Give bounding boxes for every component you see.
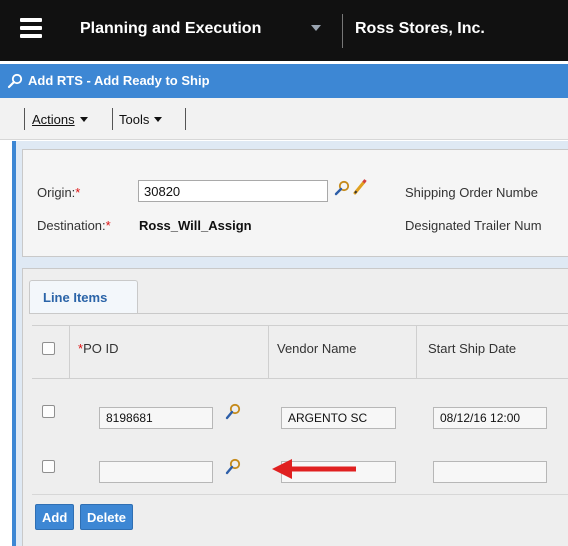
row-checkbox[interactable] [42, 405, 55, 418]
edit-pencil-icon[interactable] [352, 178, 368, 196]
app-title[interactable]: Planning and Execution [80, 20, 261, 38]
page-title: Add RTS - Add Ready to Ship [28, 73, 210, 88]
start-ship-date-input[interactable]: 08/12/16 12:00 [433, 407, 547, 429]
vendor-name-input[interactable]: ARGENTO SC [281, 407, 396, 429]
toolbar-separator [112, 108, 113, 130]
designated-trailer-label: Designated Trailer Num [405, 218, 542, 233]
column-header-vendor-name[interactable]: Vendor Name [277, 341, 357, 356]
header-divider [342, 14, 343, 48]
page-titlebar: Add RTS - Add Ready to Ship [0, 64, 568, 98]
start-ship-date-input[interactable] [433, 461, 547, 483]
tab-line-items[interactable]: Line Items [29, 280, 138, 314]
origin-lookup-icon[interactable] [334, 180, 350, 196]
chevron-down-icon [154, 117, 163, 122]
po-lookup-icon[interactable] [225, 458, 241, 476]
column-header-po-id[interactable]: *PO ID [78, 341, 118, 356]
actions-menu-label: Actions [32, 112, 75, 127]
app-header: Planning and Execution Ross Stores, Inc. [0, 0, 568, 61]
red-arrow-icon [272, 459, 356, 479]
select-all-checkbox[interactable] [42, 342, 55, 355]
row-checkbox[interactable] [42, 460, 55, 473]
search-icon [7, 73, 23, 89]
tab-underline [29, 313, 568, 314]
destination-value: Ross_Will_Assign [139, 218, 252, 233]
origin-input[interactable]: 30820 [138, 180, 328, 202]
chevron-down-icon [79, 117, 88, 122]
origin-label: Origin:* [37, 185, 81, 200]
tools-menu[interactable]: Tools [119, 112, 163, 127]
tools-menu-label: Tools [119, 112, 150, 127]
destination-label: Destination:* [37, 218, 111, 233]
toolbar-separator [185, 108, 186, 130]
toolbar: Actions Tools [0, 98, 568, 140]
po-id-input[interactable]: 8198681 [99, 407, 213, 429]
column-header-start-ship-date[interactable]: Start Ship Date [428, 341, 516, 356]
column-separator [69, 325, 70, 379]
org-title: Ross Stores, Inc. [355, 20, 485, 37]
app-dropdown-caret-icon[interactable] [311, 25, 321, 31]
toolbar-separator [24, 108, 25, 130]
menu-icon[interactable] [20, 18, 42, 38]
column-separator [268, 325, 269, 379]
add-button[interactable]: Add [35, 504, 75, 530]
column-separator [416, 325, 417, 379]
tab-line-items-label: Line Items [43, 290, 108, 305]
header-fields-panel [22, 149, 568, 257]
actions-menu[interactable]: Actions [32, 112, 88, 127]
delete-button[interactable]: Delete [80, 504, 134, 530]
po-lookup-icon[interactable] [225, 403, 241, 421]
po-id-input[interactable] [99, 461, 213, 483]
shipping-order-label: Shipping Order Numbe [405, 185, 538, 200]
